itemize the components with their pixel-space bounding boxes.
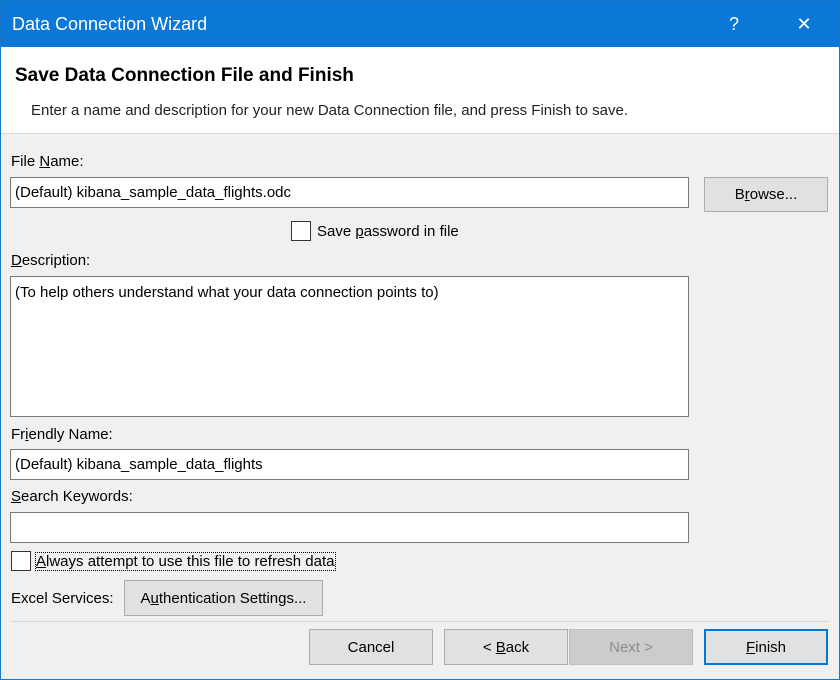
close-icon: ✕ [796,13,812,34]
page-subtitle: Enter a name and description for your ne… [31,102,628,119]
help-button[interactable]: ? [711,1,757,47]
page-title: Save Data Connection File and Finish [15,65,354,86]
finish-button[interactable]: Finish [704,629,828,665]
help-icon: ? [728,13,739,34]
authentication-settings-label: Authentication Settings... [140,589,307,607]
search-keywords-input[interactable] [10,512,689,543]
title-bar: Data Connection Wizard ? ✕ [1,1,839,47]
description-textarea[interactable]: (To help others understand what your dat… [10,276,689,417]
always-refresh-label[interactable]: Always attempt to use this file to refre… [35,552,336,571]
browse-label: Browse... [734,186,798,203]
browse-button[interactable]: Browse... [704,177,828,212]
search-keywords-label: Search Keywords: [11,488,133,505]
friendly-name-input[interactable]: (Default) kibana_sample_data_flights [10,449,689,480]
file-name-label: File Name: [11,153,84,170]
authentication-settings-button[interactable]: Authentication Settings... [124,580,323,616]
next-label: Next > [609,638,653,656]
save-password-checkbox[interactable] [291,221,311,241]
file-name-label-pre: File [11,153,40,170]
friendly-name-value: (Default) kibana_sample_data_flights [15,456,263,473]
description-value: (To help others understand what your dat… [15,284,439,301]
back-button[interactable]: < Back [444,629,568,665]
file-name-label-post: ame: [50,153,84,170]
wizard-header: Save Data Connection File and Finish Ent… [1,47,839,134]
window-title: Data Connection Wizard [12,14,208,34]
dialog-window: Data Connection Wizard ? ✕ Save Data Con… [0,0,840,680]
next-button[interactable]: Next > [569,629,693,665]
cancel-label: Cancel [347,638,395,656]
back-label: < Back [482,638,530,656]
file-name-input[interactable]: (Default) kibana_sample_data_flights.odc [10,177,689,208]
friendly-name-label: Friendly Name: [11,426,113,443]
excel-services-label: Excel Services: [11,590,114,607]
close-button[interactable]: ✕ [781,1,827,47]
file-name-label-key: N [39,153,51,170]
cancel-button[interactable]: Cancel [309,629,433,665]
save-password-label[interactable]: Save password in file [317,223,459,240]
footer-divider [11,621,829,622]
description-label: Description: [11,252,91,269]
finish-label: Finish [745,638,787,656]
always-refresh-checkbox[interactable] [11,551,31,571]
file-name-value: (Default) kibana_sample_data_flights.odc [15,184,291,201]
